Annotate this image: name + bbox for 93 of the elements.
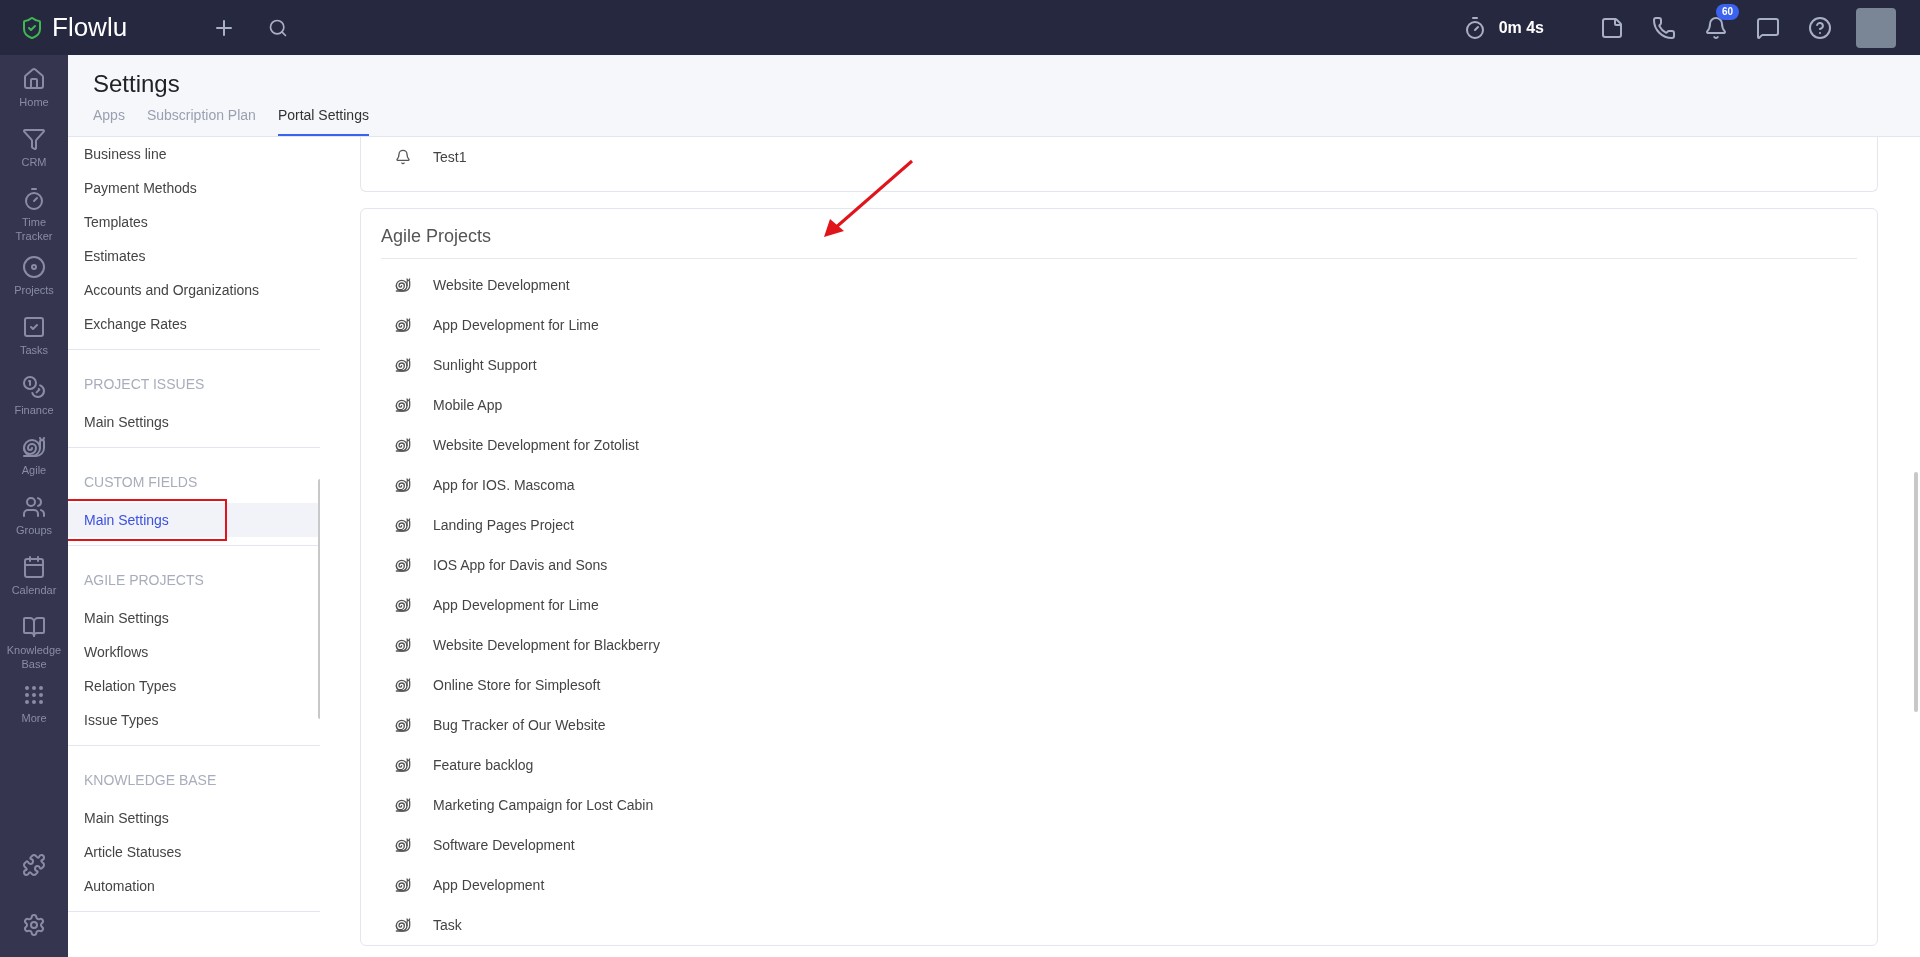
timer-text: 0m 4s bbox=[1498, 17, 1544, 38]
snail-icon bbox=[395, 397, 411, 413]
sidebar-item[interactable]: Main Settings bbox=[68, 801, 320, 835]
coins-icon[interactable] bbox=[22, 375, 46, 399]
list-item[interactable]: Feature backlog bbox=[433, 754, 534, 776]
snail-icon bbox=[395, 677, 411, 693]
phone-icon[interactable] bbox=[1652, 15, 1676, 40]
snail-icon bbox=[395, 517, 411, 533]
list-item[interactable]: IOS App for Davis and Sons bbox=[433, 554, 608, 576]
calendar-icon[interactable] bbox=[22, 555, 46, 579]
search-icon[interactable] bbox=[268, 17, 288, 38]
section-heading: PROJECT ISSUES bbox=[83, 375, 206, 394]
section-heading: CUSTOM FIELDS bbox=[83, 473, 199, 492]
rail-label[interactable]: Finance bbox=[4, 403, 64, 417]
people-icon[interactable] bbox=[22, 495, 46, 519]
notification-badge: 60 bbox=[1716, 3, 1740, 20]
snail-icon bbox=[395, 757, 411, 773]
chat-icon[interactable] bbox=[1756, 15, 1780, 40]
rail-label[interactable]: Projects bbox=[4, 283, 64, 297]
snail-icon bbox=[395, 477, 411, 493]
rail-label[interactable]: More bbox=[4, 711, 64, 725]
book-icon[interactable] bbox=[22, 615, 46, 639]
sidebar-item[interactable]: Accounts and Organizations bbox=[68, 273, 320, 307]
help-icon[interactable] bbox=[1808, 15, 1832, 40]
logo-icon bbox=[20, 15, 44, 40]
rail-label[interactable]: Groups bbox=[4, 523, 64, 537]
settings-icon[interactable] bbox=[22, 913, 46, 937]
snail-icon bbox=[395, 317, 411, 333]
rail-label[interactable]: CRM bbox=[4, 155, 64, 169]
section-heading: KNOWLEDGE BASE bbox=[83, 771, 218, 790]
sidebar-item[interactable]: Payment Methods bbox=[68, 171, 320, 205]
list-item[interactable]: App Development for Lime bbox=[433, 314, 599, 336]
sidebar-item[interactable]: Workflows bbox=[68, 635, 320, 669]
house-icon[interactable] bbox=[22, 67, 46, 91]
snail-icon bbox=[395, 637, 411, 653]
sidebar-item[interactable]: Main Settings bbox=[68, 601, 320, 635]
list-item[interactable]: Sunlight Support bbox=[433, 354, 537, 376]
rail-label[interactable]: Tasks bbox=[4, 343, 64, 357]
list-item[interactable]: Marketing Campaign for Lost Cabin bbox=[433, 794, 654, 816]
tab[interactable]: Portal Settings bbox=[277, 105, 369, 136]
list-item[interactable]: Landing Pages Project bbox=[433, 514, 574, 536]
grid-dots-icon[interactable] bbox=[22, 683, 46, 707]
sidebar-item[interactable]: Automation bbox=[68, 869, 320, 903]
rail-label[interactable]: Agile bbox=[4, 463, 64, 477]
funnel-icon[interactable] bbox=[22, 127, 46, 151]
list-item[interactable]: Bug Tracker of Our Website bbox=[433, 714, 606, 736]
snail-icon bbox=[395, 917, 411, 933]
avatar-placeholder[interactable] bbox=[1856, 7, 1896, 48]
list-item[interactable]: App Development bbox=[433, 874, 545, 896]
list-item[interactable]: Online Store for Simplesoft bbox=[433, 674, 601, 696]
sidebar-item[interactable]: Main Settings bbox=[68, 405, 320, 439]
logo-text: Flowlu bbox=[52, 11, 128, 44]
snail-icon bbox=[395, 877, 411, 893]
snail-icon[interactable] bbox=[22, 435, 46, 459]
sidebar-item[interactable]: Issue Types bbox=[68, 703, 320, 737]
snail-icon bbox=[395, 837, 411, 853]
snail-icon bbox=[395, 437, 411, 453]
list-item[interactable]: Website Development for Blackberry bbox=[433, 634, 660, 656]
list-item[interactable]: Mobile App bbox=[433, 394, 503, 416]
list-item[interactable]: App Development for Lime bbox=[433, 594, 599, 616]
list-item[interactable]: Website Development for Zotolist bbox=[433, 434, 639, 456]
sidebar-item[interactable]: Business line bbox=[68, 137, 320, 171]
bell-icon[interactable] bbox=[1704, 15, 1728, 40]
snail-icon bbox=[395, 277, 411, 293]
snail-icon bbox=[395, 357, 411, 373]
list-item[interactable]: App for IOS. Mascoma bbox=[433, 474, 575, 496]
puzzle-icon[interactable] bbox=[22, 853, 46, 877]
checkbox-icon[interactable] bbox=[22, 315, 46, 339]
sidebar-item[interactable]: Templates bbox=[68, 205, 320, 239]
note-icon[interactable] bbox=[1600, 15, 1624, 40]
sidebar-item[interactable]: Main Settings bbox=[68, 503, 320, 537]
list-item[interactable]: Website Development bbox=[433, 274, 570, 296]
snail-icon bbox=[395, 597, 411, 613]
disc-icon[interactable] bbox=[22, 255, 46, 279]
snail-icon bbox=[395, 717, 411, 733]
rail-label[interactable]: Home bbox=[4, 95, 64, 109]
list-item[interactable]: Test1 bbox=[433, 146, 467, 168]
section-heading: AGILE PROJECTS bbox=[83, 571, 205, 590]
card-title: Agile Projects bbox=[381, 223, 1857, 259]
list-item[interactable]: Software Development bbox=[433, 834, 575, 856]
sidebar-item[interactable]: Exchange Rates bbox=[68, 307, 320, 341]
stopwatch-icon[interactable] bbox=[22, 187, 46, 211]
sidebar-item[interactable]: Estimates bbox=[68, 239, 320, 273]
rail-label[interactable]: Knowledge Base bbox=[4, 643, 64, 671]
rail-label[interactable]: Time Tracker bbox=[4, 215, 64, 243]
sidebar-item[interactable]: Article Statuses bbox=[68, 835, 320, 869]
snail-icon bbox=[395, 797, 411, 813]
bell-icon bbox=[395, 149, 411, 165]
list-item[interactable]: Task bbox=[433, 914, 462, 936]
rail-label[interactable]: Calendar bbox=[4, 583, 64, 597]
snail-icon bbox=[395, 557, 411, 573]
page-title: Settings bbox=[93, 69, 181, 99]
sidebar-item[interactable]: Relation Types bbox=[68, 669, 320, 703]
